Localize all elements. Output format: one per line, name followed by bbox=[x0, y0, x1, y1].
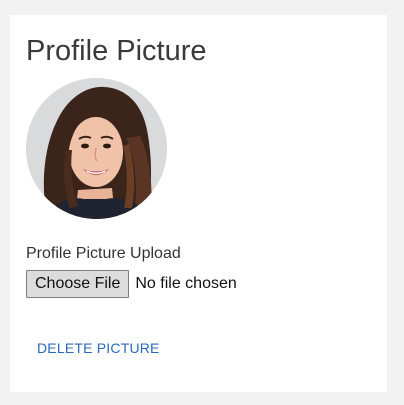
file-input[interactable]: Choose File No file chosen bbox=[26, 270, 237, 298]
choose-file-button[interactable]: Choose File bbox=[26, 270, 130, 298]
avatar bbox=[26, 78, 167, 219]
file-status-text: No file chosen bbox=[135, 275, 237, 292]
avatar-photo bbox=[26, 78, 167, 219]
profile-picture-panel: Profile Picture Profile Picture Upload C… bbox=[10, 15, 387, 392]
upload-label: Profile Picture Upload bbox=[26, 245, 181, 262]
panel-title: Profile Picture bbox=[26, 35, 207, 67]
delete-picture-link[interactable]: DELETE PICTURE bbox=[37, 340, 160, 356]
